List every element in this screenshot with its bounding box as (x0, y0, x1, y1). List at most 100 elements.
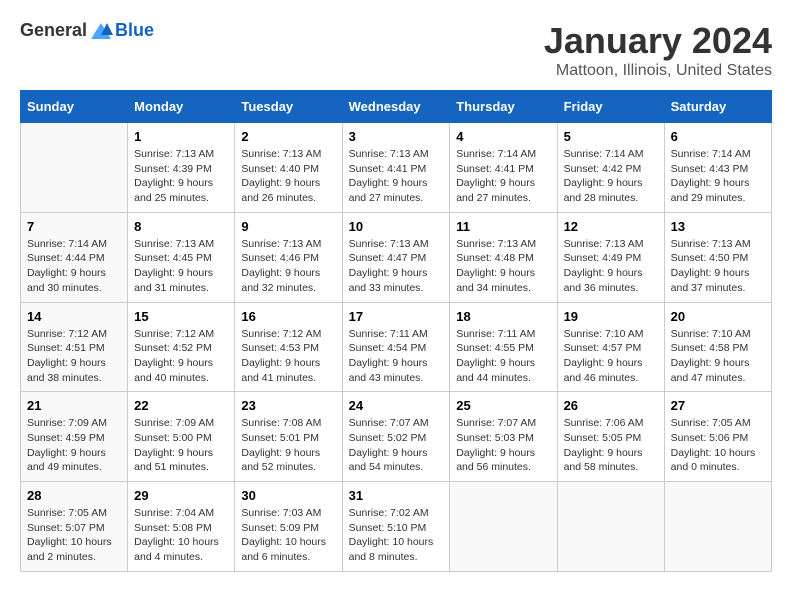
day-number: 26 (564, 398, 658, 413)
calendar-cell: 4 Sunrise: 7:14 AM Sunset: 4:41 PM Daylig… (450, 123, 557, 213)
calendar-cell: 18Sunrise: 7:11 AM Sunset: 4:55 PM Dayli… (450, 302, 557, 392)
logo: General Blue (20, 20, 154, 41)
day-number: 16 (241, 309, 335, 324)
day-info: Sunrise: 7:12 AM Sunset: 4:52 PM Dayligh… (134, 327, 228, 386)
calendar-cell: 5 Sunrise: 7:14 AM Sunset: 4:42 PM Daylig… (557, 123, 664, 213)
calendar-cell: 28Sunrise: 7:05 AM Sunset: 5:07 PM Dayli… (21, 482, 128, 572)
day-number: 14 (27, 309, 121, 324)
day-info: Sunrise: 7:07 AM Sunset: 5:03 PM Dayligh… (456, 416, 550, 475)
day-info: Sunrise: 7:10 AM Sunset: 4:57 PM Dayligh… (564, 327, 658, 386)
calendar-cell: 11 Sunrise: 7:13 AM Sunset: 4:48 PM Dayli… (450, 212, 557, 302)
calendar-cell: 17 Sunrise: 7:11 AM Sunset: 4:54 PM Dayli… (342, 302, 450, 392)
calendar-cell: 6 Sunrise: 7:14 AM Sunset: 4:43 PM Daylig… (664, 123, 771, 213)
calendar-table: SundayMondayTuesdayWednesdayThursdayFrid… (20, 90, 772, 572)
calendar-week-1: 7Sunrise: 7:14 AM Sunset: 4:44 PM Daylig… (21, 212, 772, 302)
day-info: Sunrise: 7:13 AM Sunset: 4:41 PM Dayligh… (349, 147, 444, 206)
day-number: 18 (456, 309, 550, 324)
day-number: 15 (134, 309, 228, 324)
calendar-cell: 27 Sunrise: 7:05 AM Sunset: 5:06 PM Dayli… (664, 392, 771, 482)
calendar-cell: 14 Sunrise: 7:12 AM Sunset: 4:51 PM Dayli… (21, 302, 128, 392)
day-number: 4 (456, 129, 550, 144)
day-info: Sunrise: 7:13 AM Sunset: 4:45 PM Dayligh… (134, 237, 228, 296)
day-info: Sunrise: 7:09 AM Sunset: 4:59 PM Dayligh… (27, 416, 121, 475)
calendar-cell (450, 482, 557, 572)
calendar-cell: 26 Sunrise: 7:06 AM Sunset: 5:05 PM Dayli… (557, 392, 664, 482)
calendar-cell: 21 Sunrise: 7:09 AM Sunset: 4:59 PM Dayli… (21, 392, 128, 482)
day-info: Sunrise: 7:13 AM Sunset: 4:48 PM Dayligh… (456, 237, 550, 296)
calendar-cell: 3 Sunrise: 7:13 AM Sunset: 4:41 PM Daylig… (342, 123, 450, 213)
day-info: Sunrise: 7:09 AM Sunset: 5:00 PM Dayligh… (134, 416, 228, 475)
logo-general-text: General (20, 20, 87, 41)
day-info: Sunrise: 7:13 AM Sunset: 4:46 PM Dayligh… (241, 237, 335, 296)
calendar-cell: 16 Sunrise: 7:12 AM Sunset: 4:53 PM Dayli… (235, 302, 342, 392)
calendar-cell (21, 123, 128, 213)
day-number: 17 (349, 309, 444, 324)
day-info: Sunrise: 7:04 AM Sunset: 5:08 PM Dayligh… (134, 506, 228, 565)
day-number: 11 (456, 219, 550, 234)
column-header-monday: Monday (128, 91, 235, 123)
day-number: 23 (241, 398, 335, 413)
day-number: 20 (671, 309, 765, 324)
header-row: SundayMondayTuesdayWednesdayThursdayFrid… (21, 91, 772, 123)
main-title: January 2024 (544, 20, 772, 62)
day-number: 27 (671, 398, 765, 413)
column-header-saturday: Saturday (664, 91, 771, 123)
day-number: 22 (134, 398, 228, 413)
day-info: Sunrise: 7:11 AM Sunset: 4:54 PM Dayligh… (349, 327, 444, 386)
day-info: Sunrise: 7:13 AM Sunset: 4:39 PM Dayligh… (134, 147, 228, 206)
day-number: 21 (27, 398, 121, 413)
day-info: Sunrise: 7:13 AM Sunset: 4:40 PM Dayligh… (241, 147, 335, 206)
day-number: 24 (349, 398, 444, 413)
day-number: 3 (349, 129, 444, 144)
column-header-sunday: Sunday (21, 91, 128, 123)
calendar-cell: 9 Sunrise: 7:13 AM Sunset: 4:46 PM Daylig… (235, 212, 342, 302)
day-number: 6 (671, 129, 765, 144)
day-info: Sunrise: 7:05 AM Sunset: 5:06 PM Dayligh… (671, 416, 765, 475)
calendar-cell: 22 Sunrise: 7:09 AM Sunset: 5:00 PM Dayli… (128, 392, 235, 482)
day-info: Sunrise: 7:12 AM Sunset: 4:51 PM Dayligh… (27, 327, 121, 386)
day-number: 19 (564, 309, 658, 324)
day-number: 30 (241, 488, 335, 503)
day-info: Sunrise: 7:13 AM Sunset: 4:50 PM Dayligh… (671, 237, 765, 296)
calendar-week-2: 14 Sunrise: 7:12 AM Sunset: 4:51 PM Dayli… (21, 302, 772, 392)
day-number: 5 (564, 129, 658, 144)
calendar-cell: 24Sunrise: 7:07 AM Sunset: 5:02 PM Dayli… (342, 392, 450, 482)
day-number: 10 (349, 219, 444, 234)
day-number: 2 (241, 129, 335, 144)
calendar-week-0: 1 Sunrise: 7:13 AM Sunset: 4:39 PM Daylig… (21, 123, 772, 213)
logo-icon (89, 21, 113, 41)
day-number: 12 (564, 219, 658, 234)
calendar-cell: 10 Sunrise: 7:13 AM Sunset: 4:47 PM Dayli… (342, 212, 450, 302)
day-number: 31 (349, 488, 444, 503)
day-info: Sunrise: 7:14 AM Sunset: 4:42 PM Dayligh… (564, 147, 658, 206)
calendar-cell: 7Sunrise: 7:14 AM Sunset: 4:44 PM Daylig… (21, 212, 128, 302)
day-number: 1 (134, 129, 228, 144)
calendar-cell: 12 Sunrise: 7:13 AM Sunset: 4:49 PM Dayli… (557, 212, 664, 302)
day-info: Sunrise: 7:03 AM Sunset: 5:09 PM Dayligh… (241, 506, 335, 565)
calendar-cell: 31 Sunrise: 7:02 AM Sunset: 5:10 PM Dayli… (342, 482, 450, 572)
logo-blue-text: Blue (115, 20, 154, 41)
day-info: Sunrise: 7:13 AM Sunset: 4:47 PM Dayligh… (349, 237, 444, 296)
day-number: 8 (134, 219, 228, 234)
day-info: Sunrise: 7:06 AM Sunset: 5:05 PM Dayligh… (564, 416, 658, 475)
day-number: 13 (671, 219, 765, 234)
day-info: Sunrise: 7:13 AM Sunset: 4:49 PM Dayligh… (564, 237, 658, 296)
column-header-friday: Friday (557, 91, 664, 123)
calendar-cell (664, 482, 771, 572)
day-number: 28 (27, 488, 121, 503)
calendar-cell: 29 Sunrise: 7:04 AM Sunset: 5:08 PM Dayli… (128, 482, 235, 572)
day-number: 25 (456, 398, 550, 413)
day-info: Sunrise: 7:14 AM Sunset: 4:41 PM Dayligh… (456, 147, 550, 206)
day-number: 29 (134, 488, 228, 503)
title-area: January 2024 Mattoon, Illinois, United S… (544, 20, 772, 80)
day-info: Sunrise: 7:12 AM Sunset: 4:53 PM Dayligh… (241, 327, 335, 386)
day-info: Sunrise: 7:08 AM Sunset: 5:01 PM Dayligh… (241, 416, 335, 475)
day-number: 9 (241, 219, 335, 234)
calendar-cell: 8 Sunrise: 7:13 AM Sunset: 4:45 PM Daylig… (128, 212, 235, 302)
day-info: Sunrise: 7:14 AM Sunset: 4:43 PM Dayligh… (671, 147, 765, 206)
column-header-thursday: Thursday (450, 91, 557, 123)
page-header: General Blue January 2024 Mattoon, Illin… (20, 20, 772, 80)
calendar-cell: 25 Sunrise: 7:07 AM Sunset: 5:03 PM Dayli… (450, 392, 557, 482)
calendar-cell: 20Sunrise: 7:10 AM Sunset: 4:58 PM Dayli… (664, 302, 771, 392)
day-info: Sunrise: 7:02 AM Sunset: 5:10 PM Dayligh… (349, 506, 444, 565)
